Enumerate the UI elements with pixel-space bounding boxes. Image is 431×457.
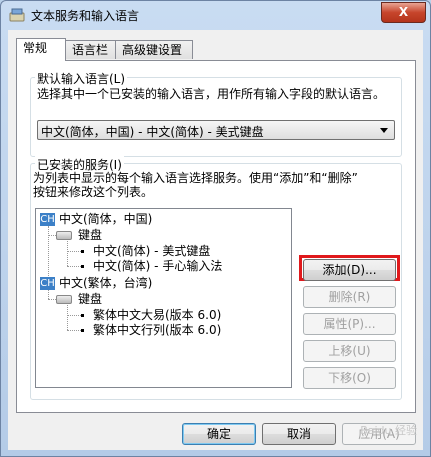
move-up-button[interactable]: 上移(U) [303, 340, 396, 362]
default-language-value: 中文(简体，中国) - 中文(简体) - 美式键盘 [41, 125, 264, 139]
remove-button[interactable]: 删除(R) [303, 286, 396, 308]
app-icon [9, 8, 25, 22]
tree-node-label: 繁体中文行列(版本 6.0) [93, 323, 222, 337]
watermark-text: Baidu 经验 [360, 424, 417, 437]
installed-services-description-line1: 为列表中显示的每个输入语言选择服务。使用“添加”和“删除” [33, 171, 358, 185]
dialog-window: 文本服务和输入语言 X 常规 语言栏 高级键设置 默认输入语言(L) 选择其中一… [0, 0, 431, 457]
properties-button[interactable]: 属性(P)... [303, 313, 396, 335]
title-bar[interactable]: 文本服务和输入语言 X [1, 1, 430, 29]
tree-node-label: 中文(简体) - 手心输入法 [93, 259, 223, 273]
installed-services-tree[interactable]: CH 中文(简体，中国) 键盘 中文(简体) - 美式键盘 中文(简体) - 手… [35, 208, 292, 388]
bullet-icon [81, 265, 84, 268]
installed-services-group: 已安装的服务(I) 为列表中显示的每个输入语言选择服务。使用“添加”和“删除” … [30, 156, 402, 400]
ok-button[interactable]: 确定 [182, 423, 256, 445]
close-button[interactable]: X [381, 2, 426, 23]
bullet-icon [81, 250, 84, 253]
tab-advanced-key-settings[interactable]: 高级键设置 [115, 40, 193, 59]
default-language-description: 选择其中一个已安装的输入语言，用作所有输入字段的默认语言。 [37, 87, 386, 101]
tree-node-label: 中文(繁体，台湾) [59, 276, 153, 290]
bullet-icon [81, 329, 84, 332]
add-button[interactable]: 添加(D)... [303, 259, 396, 281]
tab-general[interactable]: 常规 [16, 38, 66, 61]
language-badge-icon: CH [40, 277, 55, 290]
dialog-client: 常规 语言栏 高级键设置 默认输入语言(L) 选择其中一个已安装的输入语言，用作… [8, 30, 423, 450]
keyboard-icon [56, 231, 72, 240]
language-badge-icon: CH [40, 213, 55, 226]
keyboard-icon [56, 295, 72, 304]
installed-services-description-line2: 按钮来修改这个列表。 [33, 185, 154, 199]
tree-node-label: 中文(简体) - 美式键盘 [93, 244, 211, 258]
tab-language-bar[interactable]: 语言栏 [65, 40, 116, 59]
bullet-icon [81, 314, 84, 317]
default-language-label: 默认输入语言(L) [35, 70, 128, 87]
cancel-button[interactable]: 取消 [262, 423, 336, 445]
tree-node-label: 键盘 [78, 292, 103, 306]
chevron-down-icon [380, 128, 388, 133]
tree-node-label: 繁体中文大易(版本 6.0) [93, 308, 222, 322]
tree-node-label: 中文(简体，中国) [59, 212, 153, 226]
default-language-select[interactable]: 中文(简体，中国) - 中文(简体) - 美式键盘 [37, 120, 395, 140]
default-language-group: 默认输入语言(L) 选择其中一个已安装的输入语言，用作所有输入字段的默认语言。 … [30, 70, 402, 157]
move-down-button[interactable]: 下移(O) [303, 367, 396, 389]
tree-node-label: 键盘 [78, 228, 103, 242]
window-title: 文本服务和输入语言 [31, 9, 140, 23]
tab-panel-general: 默认输入语言(L) 选择其中一个已安装的输入语言，用作所有输入字段的默认语言。 … [16, 60, 416, 413]
